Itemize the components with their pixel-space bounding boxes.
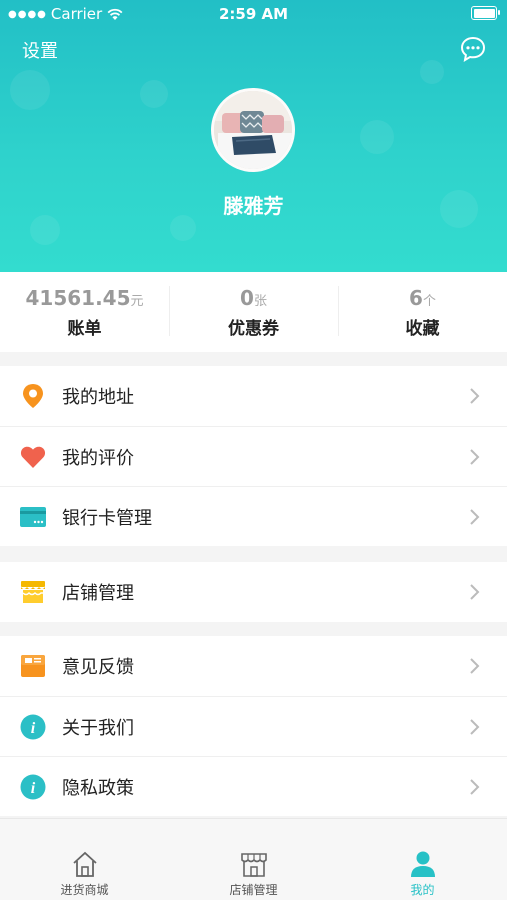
stat-unit: 个 — [422, 294, 436, 309]
menu-group-info: 意见反馈 i 关于我们 i 隐私政策 — [0, 636, 507, 816]
stat-value: 6 — [409, 286, 423, 310]
username: 滕雅芳 — [223, 194, 284, 218]
menu-item-label: 银行卡管理 — [62, 507, 152, 529]
person-icon — [410, 851, 435, 877]
tab-store[interactable]: 店铺管理 — [169, 819, 338, 900]
profile-header: ●●●● Carrier 2:59 AM 设置 滕雅芳 — [0, 0, 507, 272]
store-icon — [20, 579, 46, 605]
stat-coupon[interactable]: 0张 优惠券 — [169, 272, 338, 352]
tab-label: 店铺管理 — [229, 883, 278, 897]
menu-item-label: 我的评价 — [62, 447, 134, 469]
info-icon: i — [20, 714, 46, 740]
stat-unit: 张 — [253, 294, 267, 309]
settings-button[interactable]: 设置 — [22, 37, 58, 63]
heart-icon — [20, 444, 46, 470]
chevron-right-icon — [470, 779, 480, 795]
stats-bar: 41561.45元 账单 0张 优惠券 6个 收藏 — [0, 272, 507, 352]
decor-circle — [30, 215, 60, 245]
avatar[interactable] — [211, 88, 295, 172]
message-icon[interactable] — [459, 35, 487, 63]
tab-label: 进货商城 — [60, 883, 109, 897]
menu-item-address[interactable]: 我的地址 — [0, 366, 507, 426]
menu-item-label: 我的地址 — [62, 387, 134, 408]
bank-card-icon — [20, 504, 46, 530]
chevron-right-icon — [470, 658, 480, 674]
status-time: 2:59 AM — [218, 5, 289, 23]
tab-mall[interactable]: 进货商城 — [0, 819, 169, 900]
decor-circle — [360, 120, 394, 154]
avatar-image — [214, 91, 292, 169]
stat-label: 账单 — [67, 319, 102, 339]
info-icon: i — [20, 774, 46, 800]
menu-item-review[interactable]: 我的评价 — [0, 426, 507, 486]
menu-item-store[interactable]: 店铺管理 — [0, 562, 507, 622]
menu-item-feedback[interactable]: 意见反馈 — [0, 636, 507, 696]
menu-group-account: 我的地址 我的评价 银行卡管理 — [0, 366, 507, 546]
tab-bar: 进货商城 店铺管理 我的 — [0, 818, 507, 900]
status-bar: ●●●● Carrier 2:59 AM — [0, 0, 507, 28]
svg-text:i: i — [31, 780, 36, 797]
menu-item-privacy[interactable]: i 隐私政策 — [0, 756, 507, 816]
menu-item-about[interactable]: i 关于我们 — [0, 696, 507, 756]
menu-item-label: 关于我们 — [62, 717, 134, 739]
tab-mine[interactable]: 我的 — [338, 819, 507, 900]
battery-icon — [471, 6, 500, 20]
stat-unit: 元 — [130, 294, 144, 309]
chevron-right-icon — [470, 388, 480, 404]
menu-item-label: 隐私政策 — [62, 777, 134, 799]
stat-favorites[interactable]: 6个 收藏 — [338, 272, 507, 352]
location-pin-icon — [20, 383, 46, 409]
stat-label: 优惠券 — [228, 319, 279, 339]
menu-item-bankcard[interactable]: 银行卡管理 — [0, 486, 507, 546]
store-tab-icon — [240, 853, 267, 877]
chevron-right-icon — [470, 509, 480, 525]
stat-value: 41561.45 — [25, 286, 131, 310]
decor-circle — [140, 80, 168, 108]
svg-text:i: i — [31, 720, 36, 737]
menu-item-label: 店铺管理 — [62, 583, 134, 604]
stat-value: 0 — [240, 286, 254, 310]
stat-label: 收藏 — [405, 319, 440, 339]
chevron-right-icon — [470, 719, 480, 735]
menu-group-store: 店铺管理 — [0, 562, 507, 622]
menu-item-label: 意见反馈 — [62, 657, 134, 678]
chevron-right-icon — [470, 584, 480, 600]
chevron-right-icon — [470, 449, 480, 465]
home-icon — [72, 851, 97, 877]
feedback-icon — [20, 653, 46, 679]
stat-bill[interactable]: 41561.45元 账单 — [0, 272, 169, 352]
decor-circle — [10, 70, 50, 110]
decor-circle — [420, 60, 444, 84]
tab-label: 我的 — [410, 883, 435, 897]
